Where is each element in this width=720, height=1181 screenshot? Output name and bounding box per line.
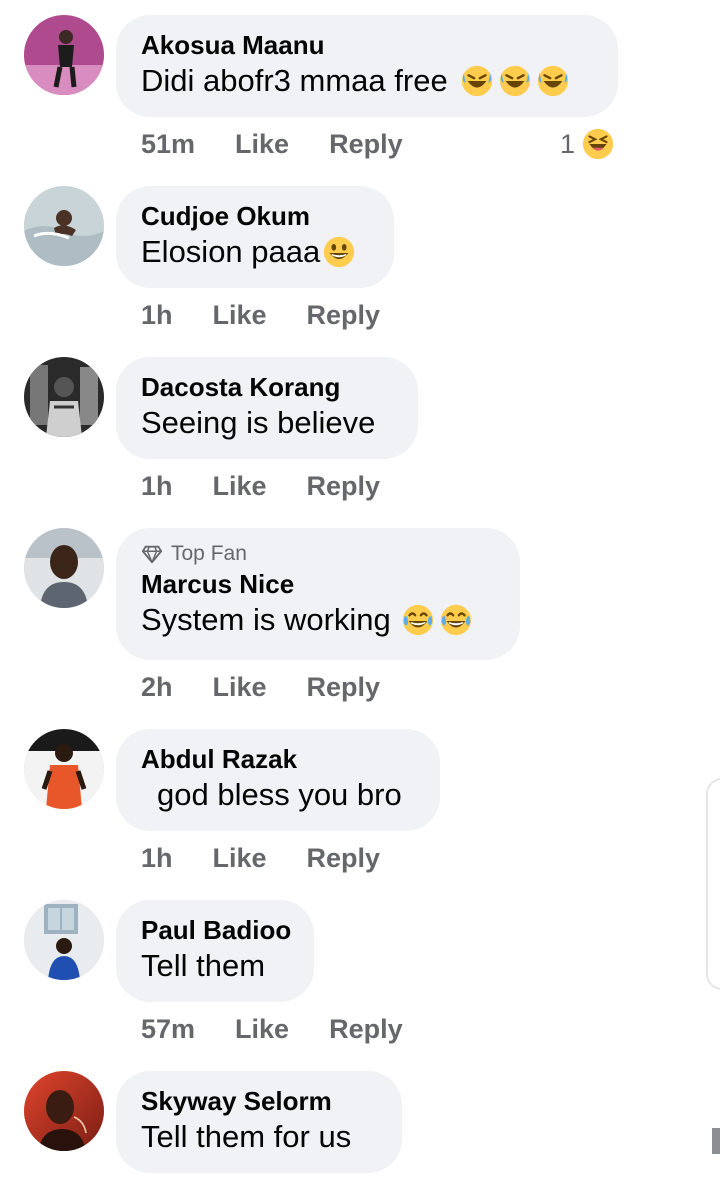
- avatar[interactable]: [24, 186, 104, 266]
- reply-button[interactable]: Reply: [307, 843, 381, 874]
- comment-actions: 1h Like Reply: [141, 469, 420, 503]
- comment-time[interactable]: 1h: [141, 471, 173, 502]
- comment-time[interactable]: 1h: [141, 843, 173, 874]
- comment-actions: 1h Like Reply: [141, 841, 420, 875]
- comment-time[interactable]: 51m: [141, 129, 195, 160]
- comment-author[interactable]: Skyway Selorm: [141, 1085, 372, 1117]
- avatar[interactable]: [24, 15, 104, 95]
- like-button[interactable]: Like: [235, 129, 289, 160]
- comment-text-content: Elosion paaa: [141, 234, 321, 269]
- like-button[interactable]: Like: [235, 1014, 289, 1045]
- comment-author[interactable]: Marcus Nice: [141, 568, 490, 600]
- comment-author[interactable]: Paul Badioo: [141, 914, 291, 946]
- rolling-laughing-icon: [460, 64, 494, 98]
- like-button[interactable]: Like: [213, 672, 267, 703]
- comment-author[interactable]: Cudjoe Okum: [141, 200, 364, 232]
- reply-button[interactable]: Reply: [307, 471, 381, 502]
- comment-bubble[interactable]: Skyway Selorm Tell them for us: [116, 1071, 402, 1173]
- comment-author[interactable]: Abdul Razak: [141, 743, 410, 775]
- comment-actions: 1h Like Reply: [141, 298, 420, 332]
- comment-actions: 57m Like Reply: [141, 1012, 443, 1046]
- avatar[interactable]: [24, 729, 104, 809]
- haha-reaction-icon: [581, 127, 615, 161]
- reply-button[interactable]: Reply: [329, 1014, 403, 1045]
- reply-button[interactable]: Reply: [307, 300, 381, 331]
- comment-time[interactable]: 57m: [141, 1014, 195, 1045]
- comment-author[interactable]: Dacosta Korang: [141, 371, 388, 403]
- rolling-laughing-icon: [536, 64, 570, 98]
- avatar[interactable]: [24, 900, 104, 980]
- comment-text: Tell them for us: [141, 1117, 372, 1157]
- comment-bubble[interactable]: Dacosta Korang Seeing is believe: [116, 357, 418, 459]
- like-button[interactable]: Like: [213, 471, 267, 502]
- comment-bubble[interactable]: Cudjoe Okum Elosion paaa: [116, 186, 394, 288]
- diamond-icon: [141, 545, 163, 564]
- like-button[interactable]: Like: [213, 300, 267, 331]
- avatar[interactable]: [24, 1071, 104, 1151]
- side-overlay-panel[interactable]: [706, 778, 720, 990]
- comment-actions: 2h Like Reply: [141, 670, 420, 704]
- reply-button[interactable]: Reply: [307, 672, 381, 703]
- comment-text-content: System is working: [141, 602, 391, 637]
- comment-text-content: Tell them: [141, 948, 266, 983]
- rolling-laughing-icon: [498, 64, 532, 98]
- reaction-summary[interactable]: 1: [560, 127, 615, 161]
- badge-label: Top Fan: [171, 542, 247, 565]
- comment-actions: 51m Like Reply: [141, 127, 443, 161]
- comment-text: god bless you bro: [141, 775, 410, 815]
- comment-text-content: Tell them for us: [141, 1119, 352, 1154]
- comment-text: Didi abofr3 mmaa free: [141, 61, 588, 101]
- comment-text: Elosion paaa: [141, 232, 364, 272]
- top-fan-badge[interactable]: Top Fan: [141, 540, 490, 568]
- comment-time[interactable]: 1h: [141, 300, 173, 331]
- comment-bubble[interactable]: Abdul Razak god bless you bro: [116, 729, 440, 831]
- comment-text-content: god bless you bro: [157, 777, 402, 812]
- avatar[interactable]: [24, 528, 104, 608]
- reaction-count: 1: [560, 128, 576, 159]
- scrollbar-thumb[interactable]: [712, 1128, 720, 1154]
- reply-button[interactable]: Reply: [329, 129, 403, 160]
- comment-time[interactable]: 2h: [141, 672, 173, 703]
- like-button[interactable]: Like: [213, 843, 267, 874]
- tears-of-joy-icon: [401, 603, 435, 637]
- comment-bubble[interactable]: Akosua Maanu Didi abofr3 mmaa free: [116, 15, 618, 117]
- comment-text: System is working: [141, 600, 490, 640]
- grinning-face-icon: [322, 235, 356, 269]
- comment-bubble[interactable]: Top Fan Marcus Nice System is working: [116, 528, 520, 660]
- avatar[interactable]: [24, 357, 104, 437]
- comment-text-content: Didi abofr3 mmaa free: [141, 63, 448, 98]
- comment-bubble[interactable]: Paul Badioo Tell them: [116, 900, 314, 1002]
- comment-text: Seeing is believe: [141, 403, 388, 443]
- comment-text: Tell them: [141, 946, 284, 986]
- comment-text-content: Seeing is believe: [141, 405, 376, 440]
- tears-of-joy-icon: [439, 603, 473, 637]
- comment-author[interactable]: Akosua Maanu: [141, 29, 588, 61]
